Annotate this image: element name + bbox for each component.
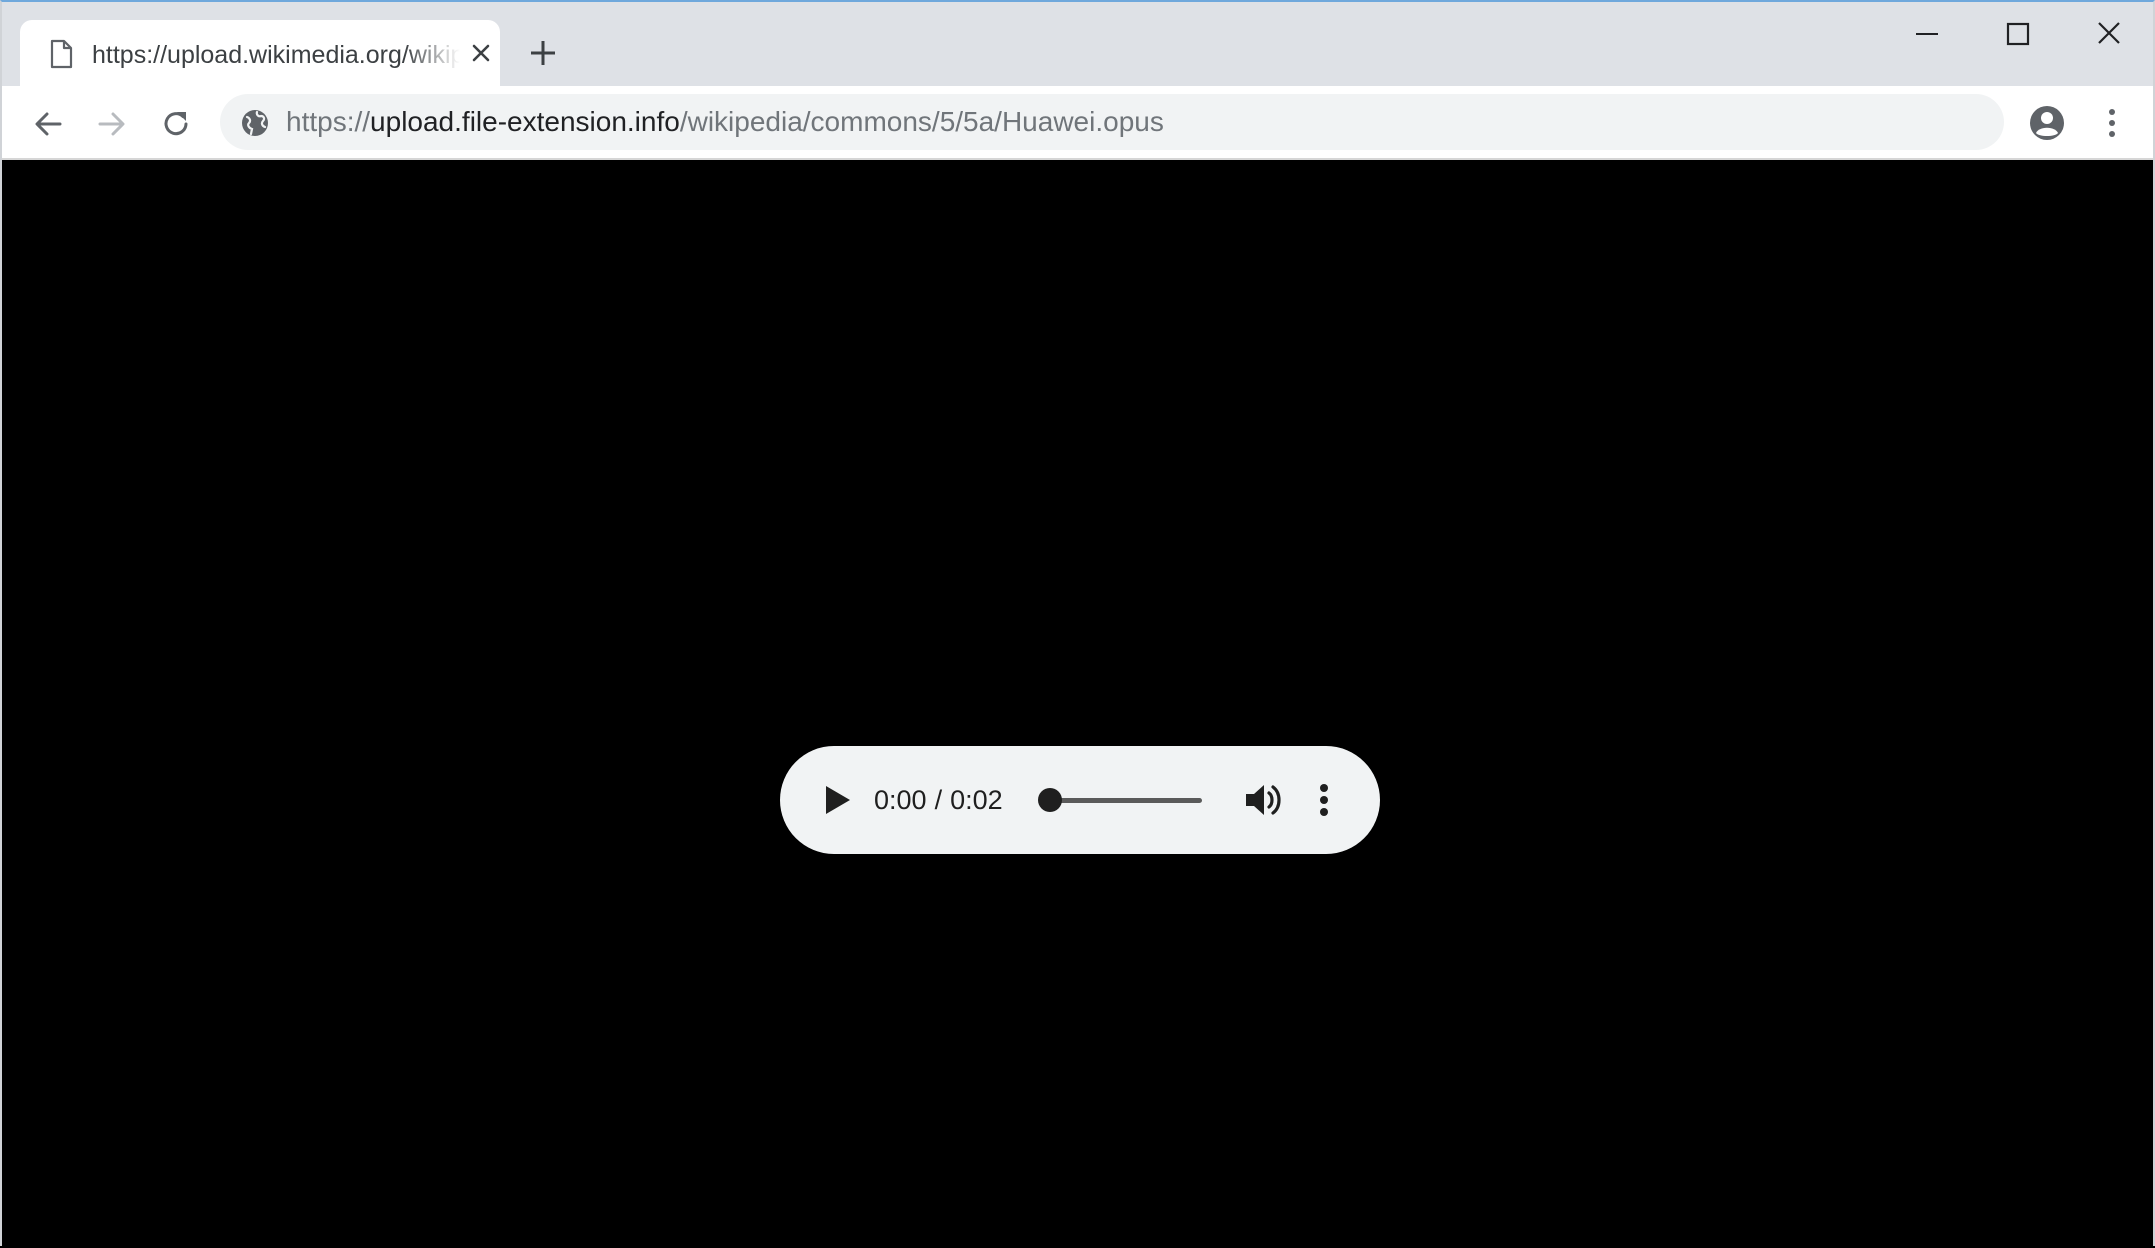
time-separator: /	[934, 785, 943, 815]
minimize-icon[interactable]	[1904, 16, 1950, 52]
duration: 0:02	[950, 785, 1003, 815]
globe-icon[interactable]	[240, 108, 270, 138]
url-path: /wikipedia/commons/5/5a/Huawei.opus	[679, 106, 1164, 137]
audio-player[interactable]: 0:00/0:02	[780, 746, 1380, 854]
url-text[interactable]: https://upload.file-extension.info/wikip…	[286, 94, 1164, 150]
tab-strip: https://upload.wikimedia.org/wikipedia/c…	[2, 2, 2153, 86]
window-close-icon[interactable]	[2086, 16, 2132, 52]
current-time: 0:00	[874, 785, 927, 815]
tab-title: https://upload.wikimedia.org/wikipedia/c…	[92, 41, 460, 69]
forward-arrow-icon[interactable]	[94, 106, 130, 142]
tab-close-icon[interactable]	[468, 40, 494, 66]
address-bar[interactable]: https://upload.file-extension.info/wikip…	[220, 94, 2004, 150]
maximize-icon[interactable]	[1995, 16, 2041, 52]
reload-icon[interactable]	[158, 106, 194, 142]
account-circle-icon[interactable]	[2028, 104, 2066, 142]
browser-window: https://upload.wikimedia.org/wikipedia/c…	[0, 0, 2155, 1248]
seek-slider[interactable]	[1038, 782, 1202, 818]
url-scheme: https://	[286, 106, 371, 137]
url-host: upload.file-extension.info	[370, 106, 680, 137]
back-arrow-icon[interactable]	[30, 106, 66, 142]
browser-menu-more-vert-icon[interactable]	[2100, 104, 2124, 142]
seek-track[interactable]	[1044, 798, 1202, 803]
page-icon	[50, 39, 73, 69]
browser-tab[interactable]: https://upload.wikimedia.org/wikipedia/c…	[20, 20, 500, 86]
player-more-vert-icon[interactable]	[1314, 780, 1334, 820]
new-tab-plus-icon[interactable]	[526, 36, 560, 70]
volume-icon[interactable]	[1242, 780, 1286, 820]
play-icon[interactable]	[816, 780, 856, 820]
browser-toolbar: https://upload.file-extension.info/wikip…	[2, 86, 2153, 160]
time-display: 0:00/0:02	[874, 776, 1003, 824]
seek-thumb[interactable]	[1038, 788, 1062, 812]
page-content: 0:00/0:02	[2, 160, 2153, 1248]
